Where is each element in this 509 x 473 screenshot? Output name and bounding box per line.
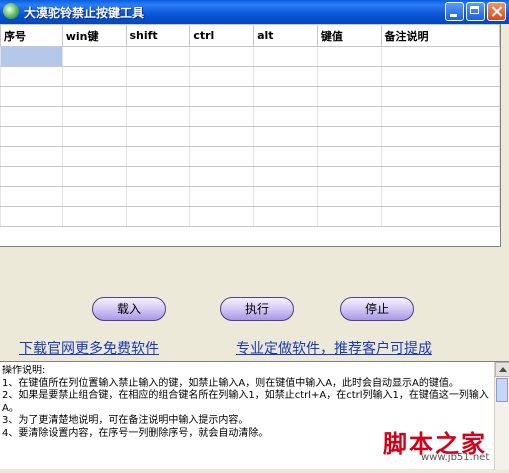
table-cell[interactable] (189, 206, 255, 227)
table-header-row: 序号 win键 shift ctrl alt 键值 备注说明 (0, 24, 500, 47)
table-cell[interactable] (61, 166, 127, 187)
table-cell[interactable] (0, 206, 63, 227)
table-cell[interactable] (380, 166, 500, 187)
table-cell[interactable] (0, 126, 63, 147)
stop-button[interactable]: 停止 (340, 297, 414, 321)
load-button[interactable]: 载入 (92, 297, 166, 321)
column-header-keyvalue[interactable]: 键值 (316, 24, 382, 47)
selected-cell[interactable] (0, 46, 63, 67)
table-cell[interactable] (253, 86, 318, 107)
app-icon (3, 3, 19, 19)
table-cell[interactable] (0, 86, 63, 107)
table-cell[interactable] (380, 46, 500, 67)
table-cell[interactable] (380, 186, 500, 207)
column-header-index[interactable]: 序号 (0, 24, 63, 47)
table-cell[interactable] (61, 66, 127, 87)
table-cell[interactable] (189, 86, 255, 107)
table-cell[interactable] (61, 186, 127, 207)
maximize-button[interactable] (466, 2, 485, 21)
table-cell[interactable] (189, 46, 255, 67)
table-cell[interactable] (380, 126, 500, 147)
table-cell[interactable] (125, 206, 191, 227)
watermark-url: www.jb51.net (421, 452, 490, 463)
table-cell[interactable] (125, 126, 191, 147)
table-row (0, 66, 500, 87)
table-cell[interactable] (125, 166, 191, 187)
scroll-up-arrow-icon[interactable] (495, 362, 509, 377)
window-title: 大漠驼铃禁止按键工具 (24, 6, 145, 20)
table-row (0, 146, 500, 167)
table-cell[interactable] (380, 146, 500, 167)
table-cell[interactable] (0, 186, 63, 207)
table-cell[interactable] (380, 66, 500, 87)
table-cell[interactable] (253, 126, 318, 147)
column-header-alt[interactable]: alt (253, 24, 318, 47)
table-cell[interactable] (125, 146, 191, 167)
table-cell[interactable] (0, 106, 63, 127)
table-cell[interactable] (316, 106, 382, 127)
table-row (0, 206, 500, 227)
table-row (0, 46, 500, 67)
table-row (0, 186, 500, 207)
table-cell[interactable] (189, 166, 255, 187)
table-cell[interactable] (61, 146, 127, 167)
table-cell[interactable] (125, 46, 191, 67)
table-cell[interactable] (316, 66, 382, 87)
vertical-scrollbar[interactable] (494, 362, 509, 470)
table-cell[interactable] (0, 66, 63, 87)
column-header-win[interactable]: win键 (61, 24, 127, 47)
table-row (0, 86, 500, 107)
table-cell[interactable] (253, 46, 318, 67)
table-cell[interactable] (61, 86, 127, 107)
table-cell[interactable] (316, 126, 382, 147)
table-cell[interactable] (253, 186, 318, 207)
table-cell[interactable] (316, 46, 382, 67)
column-header-remark[interactable]: 备注说明 (380, 24, 500, 47)
download-link[interactable]: 下载官网更多免费软件 (19, 338, 159, 358)
table-cell[interactable] (253, 206, 318, 227)
table-cell[interactable] (61, 106, 127, 127)
key-table: 序号 win键 shift ctrl alt 键值 备注说明 (0, 24, 500, 227)
table-row (0, 126, 500, 147)
title-bar: 大漠驼铃禁止按键工具 (0, 0, 509, 24)
table-cell[interactable] (253, 66, 318, 87)
column-header-ctrl[interactable]: ctrl (189, 24, 255, 47)
table-cell[interactable] (0, 166, 63, 187)
table-cell[interactable] (61, 206, 127, 227)
column-header-shift[interactable]: shift (125, 24, 191, 47)
table-cell[interactable] (125, 186, 191, 207)
table-cell[interactable] (380, 206, 500, 227)
scroll-thumb[interactable] (496, 378, 508, 402)
table-cell[interactable] (61, 126, 127, 147)
table-row (0, 106, 500, 127)
table-cell[interactable] (0, 146, 63, 167)
table-cell[interactable] (380, 106, 500, 127)
table-cell[interactable] (61, 46, 127, 67)
close-button[interactable] (487, 2, 506, 21)
table-cell[interactable] (316, 86, 382, 107)
table-cell[interactable] (253, 146, 318, 167)
table-cell[interactable] (380, 86, 500, 107)
table-cell[interactable] (316, 146, 382, 167)
table-cell[interactable] (125, 86, 191, 107)
table-cell[interactable] (253, 166, 318, 187)
table-cell[interactable] (253, 106, 318, 127)
execute-button[interactable]: 执行 (220, 297, 294, 321)
minimize-button[interactable] (445, 2, 464, 21)
table-cell[interactable] (125, 106, 191, 127)
table-cell[interactable] (189, 126, 255, 147)
watermark: 脚本之家 www.jb51.net (383, 424, 489, 463)
table-cell[interactable] (189, 106, 255, 127)
custom-software-link[interactable]: 专业定做软件，推荐客户可提成 (236, 338, 432, 358)
table-cell[interactable] (189, 186, 255, 207)
table-cell[interactable] (316, 166, 382, 187)
table-cell[interactable] (189, 66, 255, 87)
table-cell[interactable] (316, 206, 382, 227)
key-grid[interactable]: 序号 win键 shift ctrl alt 键值 备注说明 (0, 24, 501, 247)
table-cell[interactable] (125, 66, 191, 87)
table-row (0, 166, 500, 187)
table-cell[interactable] (316, 186, 382, 207)
table-cell[interactable] (189, 146, 255, 167)
